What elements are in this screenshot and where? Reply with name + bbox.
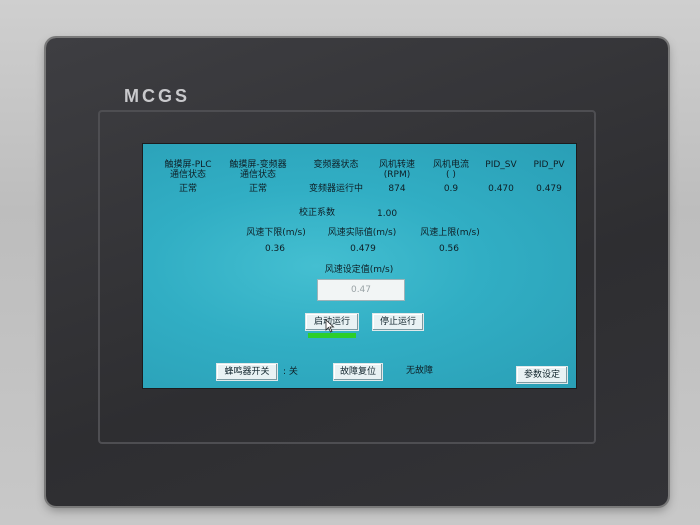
header-fan-speed-line2: (RPM) [383,170,411,180]
header-pid-pv: PID_PV [533,160,565,170]
value-pid-sv: 0.470 [488,184,514,194]
header-pid-sv: PID_SV [485,160,517,170]
buzzer-toggle-button[interactable]: 蜂鸣器开关 [216,363,278,381]
wind-upper-value: 0.56 [438,244,460,254]
value-plc-comm: 正常 [178,184,197,194]
buzzer-state: : 关 [283,367,298,377]
wind-setpoint-input[interactable]: 0.47 [317,279,405,301]
fault-status: 无故障 [406,366,434,376]
header-plc-comm-line2: 通信状态 [169,170,206,180]
parameter-settings-button[interactable]: 参数设定 [516,366,568,384]
header-plc-comm: 触摸屏-PLC 通信状态 [151,160,225,180]
header-vfd-comm-line2: 通信状态 [239,170,276,180]
value-vfd-comm: 正常 [248,184,267,194]
header-fan-current-line1: 风机电流 [432,160,469,170]
hmi-screen: 触摸屏-PLC 通信状态 触摸屏-变频器 通信状态 变频器状态 风机转速 (RP… [142,143,577,389]
value-vfd-state: 变频器运行中 [308,184,363,194]
value-pid-pv: 0.479 [536,184,562,194]
header-fan-current-line2: ( ) [446,170,456,180]
wind-setpoint-label: 风速设定值(m/s) [324,265,394,275]
stop-run-button[interactable]: 停止运行 [372,313,424,331]
wind-actual-value: 0.479 [350,244,376,254]
calibration-label: 校正系数 [299,208,336,218]
header-fan-speed: 风机转速 (RPM) [371,160,423,180]
fault-reset-button[interactable]: 故障复位 [333,363,383,381]
brand-logo: MCGS [124,86,190,106]
wind-lower-label: 风速下限(m/s) [246,228,306,238]
header-vfd-comm: 触摸屏-变频器 通信状态 [221,160,295,180]
wind-lower-value: 0.36 [264,244,286,254]
header-fan-speed-line1: 风机转速 [378,160,415,170]
value-fan-speed: 874 [388,184,406,194]
header-vfd-state: 变频器状态 [313,160,359,170]
calibration-value: 1.00 [377,209,398,219]
wind-upper-label: 风速上限(m/s) [420,228,480,238]
pointer-cursor-icon [325,319,335,333]
run-indicator [308,333,356,338]
value-fan-current: 0.9 [443,184,459,194]
header-vfd-comm-line1: 触摸屏-变频器 [229,160,287,170]
header-fan-current: 风机电流 ( ) [425,160,477,180]
wind-actual-label: 风速实际值(m/s) [327,228,397,238]
header-plc-comm-line1: 触摸屏-PLC [164,160,212,170]
